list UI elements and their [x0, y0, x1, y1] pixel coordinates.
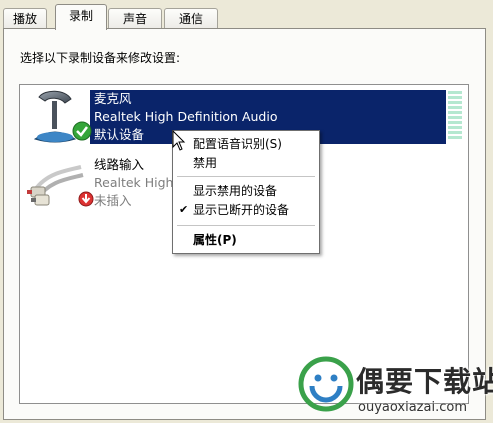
checkmark-icon: ✔: [179, 203, 189, 216]
device-driver: Realtek High Definition Audio: [94, 109, 278, 124]
watermark: 偶要下载站 ouyaoxiazai.com: [294, 352, 493, 418]
context-menu: 配置语音识别(S) 禁用 显示禁用的设备 ✔ 显示已断开的设备 属性(P): [172, 130, 320, 254]
tab-sounds[interactable]: 声音: [108, 8, 162, 29]
watermark-logo-icon: [298, 356, 354, 412]
tab-strip: 播放 录制 声音 通信: [0, 4, 493, 30]
green-check-icon: [72, 121, 92, 141]
red-down-arrow-icon: [78, 191, 94, 207]
instruction-label: 选择以下录制设备来修改设置:: [20, 51, 181, 65]
device-name: 线路输入: [94, 157, 145, 172]
device-status: 未插入: [94, 193, 132, 208]
device-driver: Realtek High: [94, 175, 174, 190]
level-meter: [448, 91, 462, 143]
mouse-cursor-icon: [172, 130, 186, 151]
watermark-title: 偶要下载站: [356, 365, 493, 398]
menu-item-properties[interactable]: 属性(P): [173, 231, 319, 249]
menu-item-disable[interactable]: 禁用: [173, 154, 319, 172]
watermark-url: ouyaoxiazai.com: [358, 400, 467, 415]
device-text-line-in: 线路输入 Realtek High 未插入: [94, 156, 173, 210]
menu-separator: [177, 225, 315, 226]
device-name: 麦克风: [94, 91, 132, 106]
menu-item-show-disconnected[interactable]: ✔ 显示已断开的设备: [173, 201, 319, 219]
tab-communications[interactable]: 通信: [164, 8, 218, 29]
tab-playback[interactable]: 播放: [3, 8, 47, 29]
tab-recording[interactable]: 录制: [55, 4, 107, 30]
menu-separator: [177, 176, 315, 177]
menu-item-configure-speech[interactable]: 配置语音识别(S): [173, 135, 319, 153]
menu-item-show-disabled[interactable]: 显示禁用的设备: [173, 182, 319, 200]
